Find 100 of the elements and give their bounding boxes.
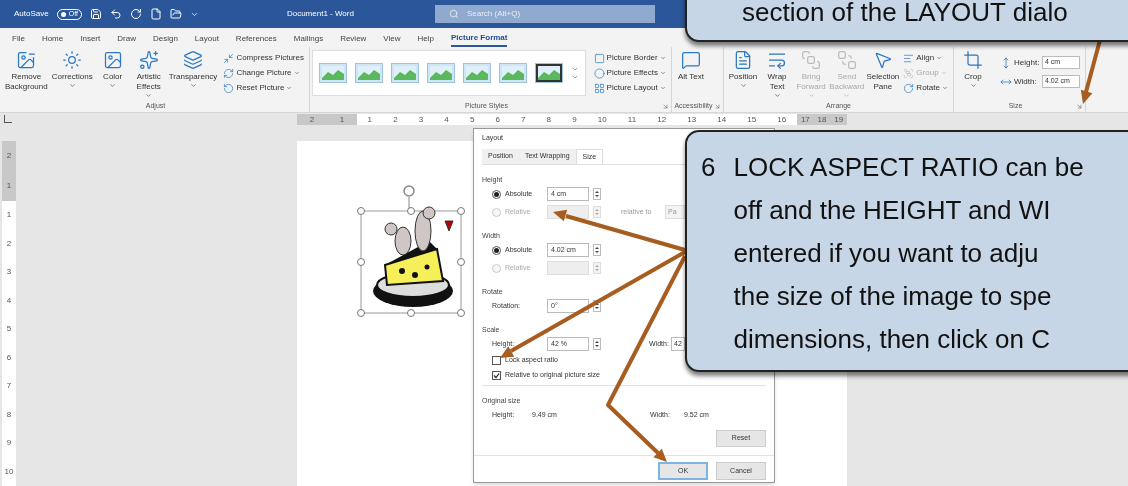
- ruler-number: 12: [657, 113, 667, 125]
- step-number: 6: [701, 151, 716, 184]
- ribbon-menu-button[interactable]: Picture Border: [593, 52, 666, 64]
- ruler-number: 5: [469, 113, 475, 125]
- ribbon-button[interactable]: Color: [95, 50, 130, 100]
- field-label: Height:: [1014, 56, 1040, 69]
- caret-icon: [843, 92, 851, 99]
- ribbon-button[interactable]: Artistic Effects: [131, 50, 166, 100]
- caret-icon: [659, 55, 666, 61]
- ribbon-tab[interactable]: Draw: [117, 30, 136, 47]
- undo-icon[interactable]: [109, 8, 122, 20]
- style-thumbnail-icon[interactable]: [319, 63, 347, 83]
- circle-icon: [593, 67, 605, 79]
- spinner-icon[interactable]: [593, 338, 601, 350]
- ruler-number: 1: [6, 209, 12, 222]
- caret-icon: [969, 82, 977, 89]
- ruler-number: 1: [339, 113, 345, 125]
- ruler-number: 4: [444, 113, 449, 125]
- ribbon-menu-button[interactable]: Change Picture: [223, 67, 304, 79]
- ribbon-tab[interactable]: Mailings: [293, 30, 324, 47]
- disabled-field: [547, 261, 589, 275]
- ribbon-menu-button[interactable]: Rotate: [903, 82, 948, 94]
- ruler-number: 8: [6, 408, 12, 421]
- spinner-icon[interactable]: [593, 300, 601, 312]
- ribbon-tab[interactable]: Home: [41, 30, 64, 47]
- style-thumbnail-icon[interactable]: [355, 63, 383, 83]
- caret-icon: [659, 85, 666, 91]
- save-icon[interactable]: [89, 8, 102, 20]
- ribbon-button[interactable]: Remove Background: [4, 50, 49, 100]
- style-thumbnail-icon[interactable]: [535, 63, 563, 83]
- redo-icon[interactable]: [129, 8, 142, 20]
- ribbon-tab[interactable]: References: [235, 30, 277, 47]
- callout-text: LOCK ASPECT RATIO can be: [733, 151, 1084, 184]
- ruler-number: 17: [800, 113, 810, 125]
- callout-text: entered if you want to adju: [733, 237, 1040, 270]
- checkbox[interactable]: [492, 356, 501, 365]
- ribbon-tab[interactable]: Design: [152, 30, 178, 47]
- caret-icon: [68, 82, 76, 89]
- ribbon-tab[interactable]: Help: [417, 30, 434, 47]
- ribbon-button[interactable]: Corrections: [50, 50, 94, 100]
- search-icon: [448, 9, 459, 19]
- radio-button[interactable]: [492, 245, 501, 255]
- ribbon-tab[interactable]: Insert: [80, 30, 101, 47]
- ruler-number: 10: [4, 465, 14, 478]
- new-document-icon[interactable]: [149, 8, 162, 20]
- ruler-number: 4: [6, 294, 12, 307]
- ribbon-button[interactable]: Crop: [956, 50, 990, 100]
- autosave-label: AutoSave: [14, 8, 49, 20]
- ruler-number: 7: [6, 380, 12, 393]
- caret-icon: [807, 92, 815, 99]
- layers-icon: [183, 50, 204, 70]
- ruler-number: 15: [747, 113, 757, 125]
- field-label: Width:: [1014, 75, 1038, 88]
- ruler-number: 2: [393, 113, 398, 125]
- caret-icon: [286, 85, 293, 91]
- spinner-icon[interactable]: [593, 244, 601, 256]
- checkbox[interactable]: [492, 371, 501, 380]
- ribbon-menu-button[interactable]: Picture Layout: [593, 82, 666, 94]
- ribbon-tab[interactable]: View: [383, 30, 401, 47]
- ruler-number: 16: [777, 113, 787, 125]
- ribbon-button[interactable]: Selection Pane: [865, 50, 901, 100]
- spinner-icon: [593, 206, 601, 218]
- grid-icon: [593, 82, 605, 94]
- ruler-number: 2: [6, 237, 12, 250]
- ribbon-button[interactable]: Transparency: [167, 50, 219, 100]
- ribbon-button[interactable]: Alt Text: [674, 50, 708, 100]
- spinner-icon[interactable]: [593, 188, 601, 200]
- style-thumbnail-icon[interactable]: [463, 63, 491, 83]
- ruler-number: 2: [6, 150, 12, 162]
- sparkle-icon: [138, 50, 159, 70]
- caret-icon: [940, 70, 947, 76]
- ruler-number: 9: [572, 113, 577, 125]
- ribbon-menu-button[interactable]: Picture Effects: [593, 67, 666, 79]
- ribbon-menu-button[interactable]: Reset Picture: [223, 82, 304, 94]
- caret-icon: [660, 70, 666, 76]
- style-thumbnail-icon[interactable]: [391, 63, 419, 83]
- ribbon-button[interactable]: Wrap Text: [760, 50, 795, 100]
- folder-icon[interactable]: [169, 8, 182, 20]
- ribbon-button[interactable]: Position: [726, 50, 760, 100]
- ruler-number: 10: [597, 113, 607, 125]
- picture-icon: [102, 50, 123, 70]
- ribbon-tab[interactable]: Review: [340, 30, 367, 47]
- radio-button[interactable]: [492, 189, 501, 199]
- ribbon-tab[interactable]: Layout: [194, 30, 219, 47]
- caret-icon: [189, 82, 197, 89]
- ribbon-menu-button[interactable]: Compress Pictures: [223, 52, 304, 64]
- crop-icon: [963, 50, 983, 70]
- reset-icon: [223, 82, 235, 94]
- send-backward-icon: [836, 50, 857, 70]
- style-thumbnail-icon[interactable]: [427, 63, 455, 83]
- ruler-number: 7: [521, 113, 526, 125]
- ribbon-menu-button[interactable]: Align: [903, 52, 948, 64]
- caret-icon: [739, 82, 747, 89]
- style-thumbnail-icon[interactable]: [499, 63, 527, 83]
- ruler-number: 6: [495, 113, 500, 125]
- bring-forward-icon: [801, 50, 822, 70]
- tab-stop-selector-icon[interactable]: [4, 115, 12, 123]
- window-title: Document1 - Word: [286, 8, 355, 20]
- callout-text: the size of the image to spe: [733, 280, 1053, 313]
- ribbon-tab[interactable]: File: [12, 30, 25, 47]
